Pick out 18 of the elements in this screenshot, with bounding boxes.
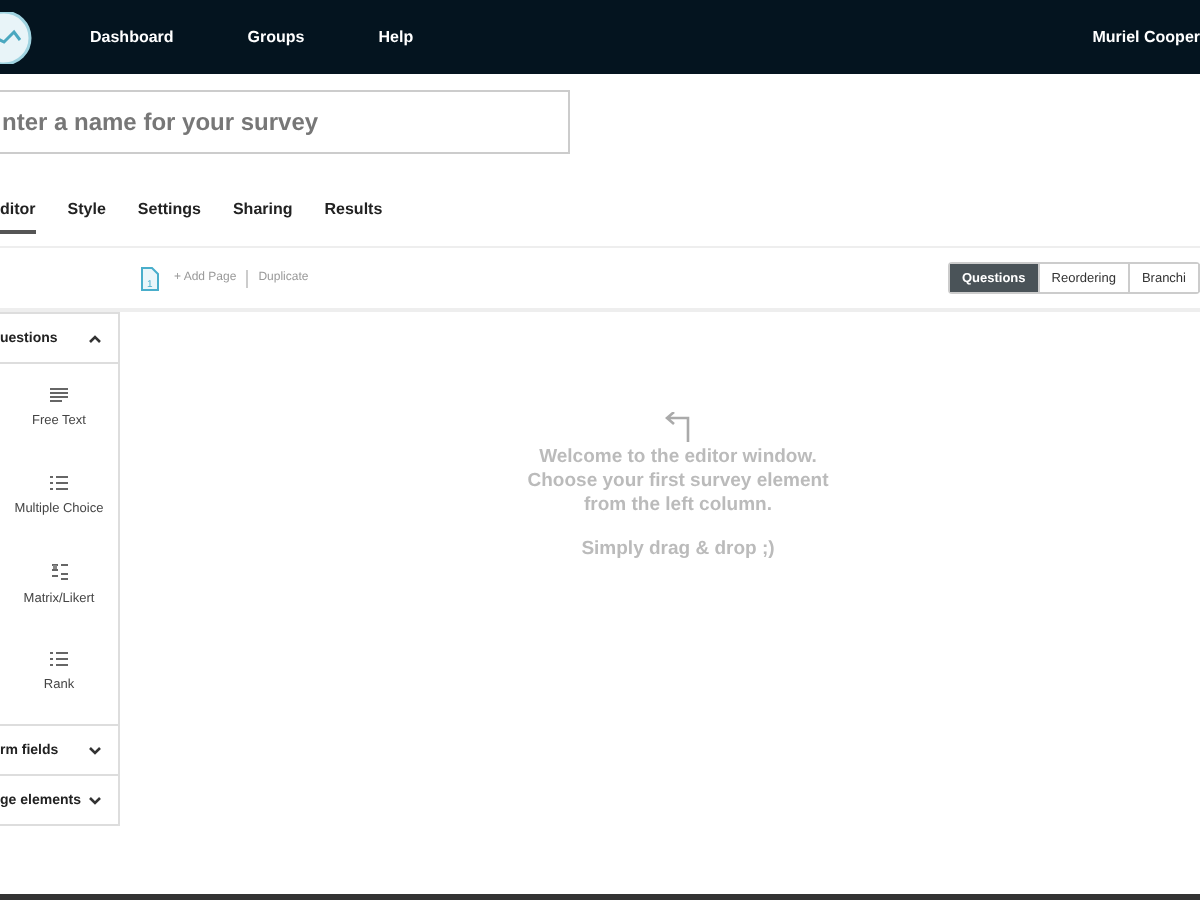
survey-name-field[interactable]: nter a name for your survey [0, 90, 570, 154]
tab[interactable]: Sharing [232, 183, 293, 233]
list-icon [50, 652, 68, 666]
arrow-icon [664, 412, 692, 442]
tab[interactable]: Style [67, 183, 106, 233]
list-icon [50, 476, 68, 490]
nav-link[interactable]: Groups [247, 28, 305, 46]
tab[interactable]: ditor [0, 183, 36, 233]
user-name[interactable]: Muriel Cooper [1092, 28, 1200, 46]
welcome-message: Welcome to the editor window. Choose your first survey element from the left column. [527, 446, 829, 518]
tab[interactable]: Settings [137, 183, 201, 233]
logo-icon[interactable] [0, 11, 32, 63]
tab[interactable]: Results [324, 183, 383, 233]
grid-icon [51, 564, 67, 580]
text-lines-icon [50, 388, 68, 402]
drag-drop-hint: Simply drag & drop ;) [581, 538, 775, 562]
nav-link[interactable]: Dashboard [90, 28, 174, 46]
nav-link[interactable]: Help [378, 28, 414, 46]
